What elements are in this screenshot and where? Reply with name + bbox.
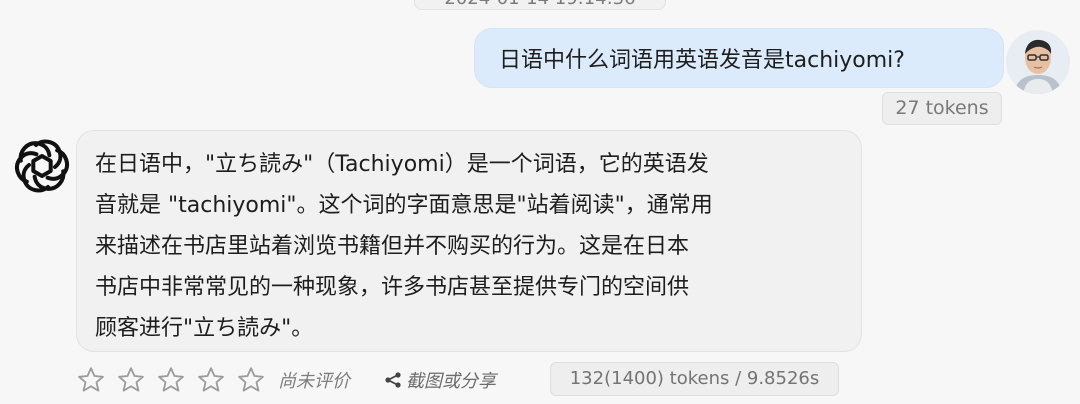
assistant-message-line: 顾客进行"立ち読み"。 (95, 316, 314, 341)
assistant-message-actions: 尚未评价 截图或分享 (76, 362, 496, 398)
rating-stars (76, 365, 276, 395)
star-icon[interactable] (76, 365, 106, 395)
openai-logo-icon (12, 136, 72, 196)
star-icon[interactable] (196, 365, 226, 395)
user-message-bubble: 日语中什么词语用英语发音是tachiyomi? (474, 28, 1004, 88)
user-message-text: 日语中什么词语用英语发音是tachiyomi? (499, 48, 905, 73)
user-token-count: 27 tokens (882, 92, 1002, 125)
assistant-token-stats: 132(1400) tokens / 9.8526s (550, 362, 839, 396)
star-icon[interactable] (116, 365, 146, 395)
assistant-message-line: 书店中非常常见的一种现象，许多书店甚至提供专门的空间供 (95, 275, 690, 300)
star-icon[interactable] (236, 365, 266, 395)
assistant-message-line: 在日语中，"立ち読み"（Tachiyomi）是一个词语，它的英语发 (95, 152, 709, 177)
assistant-message-line: 音就是 "tachiyomi"。这个词的字面意思是"站着阅读"，通常用 (95, 193, 713, 218)
assistant-message-bubble: 在日语中，"立ち読み"（Tachiyomi）是一个词语，它的英语发 音就是 "t… (76, 130, 862, 352)
share-icon (385, 372, 401, 388)
rating-status-label: 尚未评价 (278, 371, 350, 392)
star-icon[interactable] (156, 365, 186, 395)
user-avatar-image (1006, 30, 1070, 94)
message-timestamp: 2024-01-14 19:14:36 (414, 0, 666, 10)
openai-logo-svg (15, 139, 69, 193)
assistant-message-line: 来描述在书店里站着浏览书籍但并不购买的行为。这是在日本 (95, 234, 690, 259)
user-avatar (1006, 30, 1070, 94)
share-button[interactable]: 截图或分享 (384, 367, 496, 393)
share-button-label: 截图或分享 (406, 371, 496, 392)
